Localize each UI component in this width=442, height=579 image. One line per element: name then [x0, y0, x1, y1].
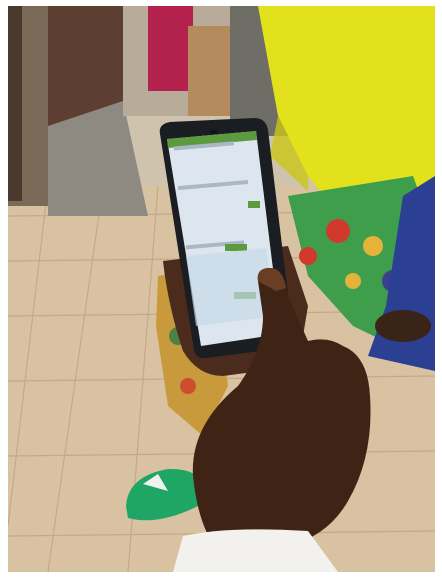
photo [8, 6, 435, 572]
phone-button-1[interactable] [248, 201, 260, 208]
door-frame [8, 6, 22, 201]
photo-scene [8, 6, 435, 572]
red-cloth [148, 6, 193, 91]
phone-button-2[interactable] [225, 244, 247, 251]
other-hand [375, 310, 431, 342]
camera-notch [210, 130, 218, 134]
image-frame [0, 0, 442, 579]
